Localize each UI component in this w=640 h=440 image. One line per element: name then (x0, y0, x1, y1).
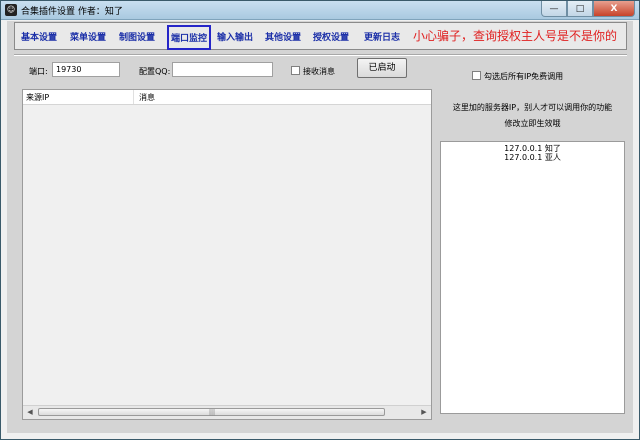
start-button[interactable]: 已启动 (357, 58, 407, 78)
message-list[interactable]: 来源IP 消息 ◀ ||| ▶ (22, 89, 432, 420)
menu-drawing-settings[interactable]: 制图设置 (119, 30, 155, 43)
authorized-ip-list[interactable]: 127.0.0.1 知了 127.0.0.1 亚人 (440, 141, 625, 414)
qq-input[interactable] (172, 62, 273, 77)
column-separator (133, 90, 134, 104)
scam-warning-text: 小心骗子，查询授权主人号是不是你的 (413, 29, 618, 43)
scroll-left-arrow-icon[interactable]: ◀ (23, 406, 37, 418)
receive-messages-checkbox[interactable] (291, 66, 300, 75)
ip-entry: 127.0.0.1 亚人 (504, 153, 561, 162)
maximize-button[interactable]: □ (567, 1, 593, 17)
port-label: 端口: (29, 67, 48, 76)
column-message[interactable]: 消息 (139, 92, 155, 103)
ip-entry: 127.0.0.1 知了 (504, 144, 561, 153)
list-header: 来源IP 消息 (23, 90, 431, 105)
scroll-thumb[interactable]: ||| (38, 408, 385, 416)
settings-menu-bar: 基本设置 菜单设置 制图设置 端口监控 输入输出 其他设置 授权设置 更新日志 … (14, 22, 627, 50)
qq-label: 配置QQ: (139, 67, 171, 76)
menu-divider (14, 54, 627, 56)
scroll-right-arrow-icon[interactable]: ▶ (417, 406, 431, 418)
receive-messages-label: 接收消息 (303, 67, 335, 76)
minimize-button[interactable]: — (541, 1, 567, 17)
status-bar (7, 425, 633, 433)
window-controls: — □ X (541, 1, 635, 18)
free-call-checkbox[interactable] (472, 71, 481, 80)
menu-menu-settings[interactable]: 菜单设置 (70, 30, 106, 43)
menu-basic-settings[interactable]: 基本设置 (21, 30, 57, 43)
horizontal-scrollbar[interactable]: ◀ ||| ▶ (23, 405, 431, 419)
column-source-ip[interactable]: 来源IP (26, 92, 49, 103)
menu-other-settings[interactable]: 其他设置 (265, 30, 301, 43)
close-button[interactable]: X (593, 1, 635, 17)
scroll-grip-icon: ||| (209, 409, 216, 416)
title-bar[interactable]: ☺ 合集插件设置 作者：知了 — □ X (1, 1, 639, 20)
window-title: 合集插件设置 作者：知了 (21, 7, 123, 17)
menu-update-log[interactable]: 更新日志 (364, 30, 400, 43)
client-area: 基本设置 菜单设置 制图设置 端口监控 输入输出 其他设置 授权设置 更新日志 … (7, 21, 633, 433)
effective-note: 修改立即生效哦 (504, 119, 561, 128)
menu-input-output[interactable]: 输入输出 (217, 30, 253, 43)
free-call-label: 勾选后所有IP免费调用 (484, 72, 564, 81)
app-icon: ☺ (5, 4, 17, 16)
menu-authorization-settings[interactable]: 授权设置 (313, 30, 349, 43)
plugin-settings-window: ☺ 合集插件设置 作者：知了 — □ X 基本设置 菜单设置 制图设置 端口监控… (0, 0, 640, 440)
server-ip-note: 这里加的服务器IP，别人才可以调用你的功能 (452, 103, 613, 112)
port-input[interactable]: 19730 (52, 62, 120, 77)
menu-port-monitor[interactable]: 端口监控 (167, 25, 212, 50)
